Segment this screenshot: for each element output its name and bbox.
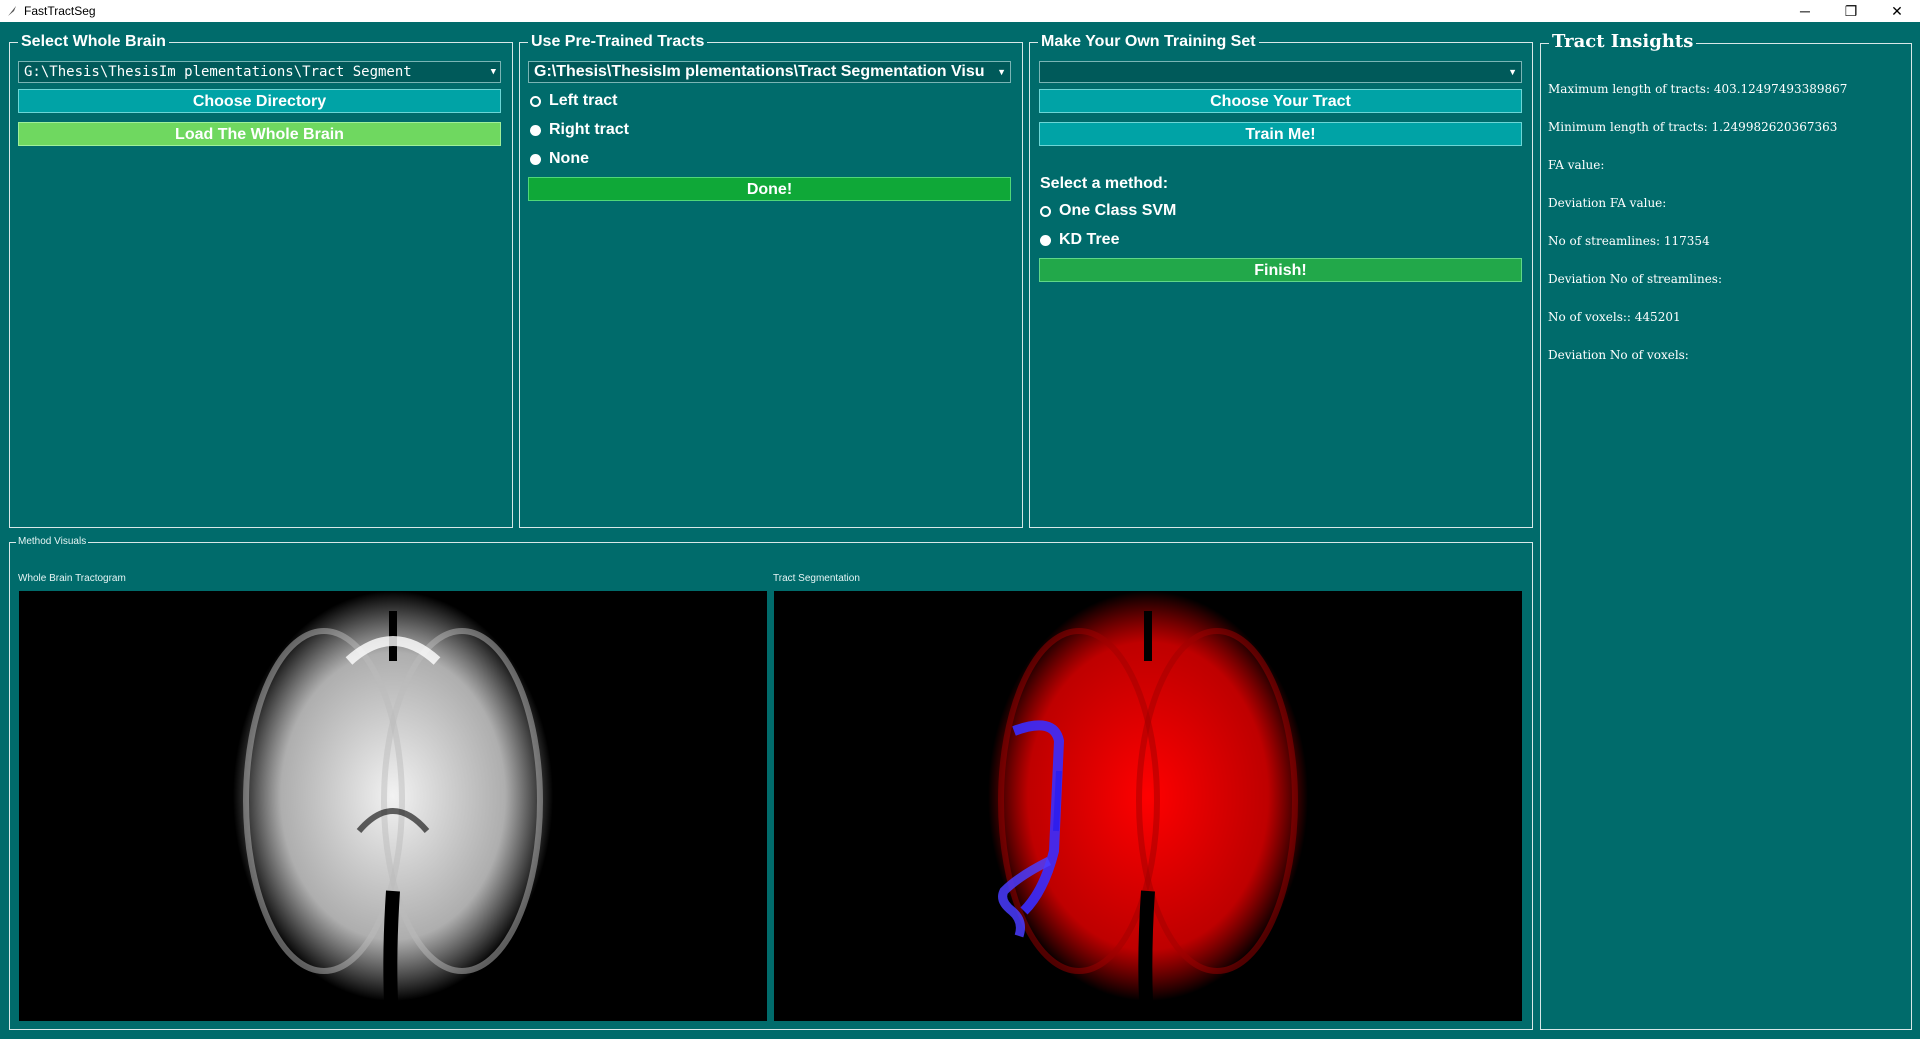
insight-fa-value: FA value:	[1548, 158, 1605, 172]
radio-dot-icon	[530, 124, 541, 136]
train-me-button[interactable]: Train Me!	[1039, 122, 1522, 146]
minimize-button[interactable]: ─	[1782, 0, 1828, 22]
right-tract-radio[interactable]: Right tract	[530, 121, 629, 139]
window-title: FastTractSeg	[24, 4, 96, 18]
select-whole-brain-title: Select Whole Brain	[18, 32, 169, 52]
radio-dot-icon	[1040, 234, 1051, 246]
pretrained-tracts-title: Use Pre-Trained Tracts	[528, 32, 708, 52]
app-feather-icon	[4, 3, 20, 19]
one-class-svm-label: One Class SVM	[1059, 202, 1177, 219]
title-bar: FastTractSeg ─ ❐ ✕	[0, 0, 1920, 22]
chevron-down-icon: ▼	[997, 67, 1006, 77]
tract-segmentation-label: Tract Segmentation	[773, 573, 860, 584]
none-radio[interactable]: None	[530, 150, 589, 168]
finish-button[interactable]: Finish!	[1039, 258, 1522, 282]
choose-your-tract-button[interactable]: Choose Your Tract	[1039, 89, 1522, 113]
whole-brain-path-combo[interactable]: G:\Thesis\ThesisIm plementations\Tract S…	[18, 61, 501, 83]
load-whole-brain-button[interactable]: Load The Whole Brain	[18, 122, 501, 146]
left-tract-label: Left tract	[549, 92, 618, 109]
whole-brain-path-value: G:\Thesis\ThesisIm plementations\Tract S…	[24, 64, 412, 80]
close-button[interactable]: ✕	[1874, 0, 1920, 22]
choose-directory-button[interactable]: Choose Directory	[18, 89, 501, 113]
tractogram-render	[233, 591, 553, 1002]
kd-tree-label: KD Tree	[1059, 231, 1120, 248]
insight-streamlines: No of streamlines: 117354	[1548, 234, 1710, 248]
left-tract-radio[interactable]: Left tract	[530, 92, 617, 110]
insight-deviation-streamlines: Deviation No of streamlines:	[1548, 272, 1722, 286]
insight-deviation-voxels: Deviation No of voxels:	[1548, 348, 1689, 362]
whole-brain-tractogram-label: Whole Brain Tractogram	[18, 573, 126, 584]
segmentation-render	[988, 591, 1308, 1002]
chevron-down-icon: ▼	[1508, 67, 1517, 77]
whole-brain-tractogram-view[interactable]	[19, 591, 767, 1021]
insight-min-length: Minimum length of tracts: 1.249982620367…	[1548, 120, 1838, 134]
none-label: None	[549, 150, 589, 167]
insight-voxels: No of voxels:: 445201	[1548, 310, 1681, 324]
insight-max-length: Maximum length of tracts: 403.1249749338…	[1548, 82, 1848, 96]
pretrained-tracts-panel: Use Pre-Trained Tracts	[519, 32, 1023, 528]
training-set-title: Make Your Own Training Set	[1038, 32, 1259, 52]
select-whole-brain-panel: Select Whole Brain	[9, 32, 513, 528]
tract-segmentation-view[interactable]	[774, 591, 1522, 1021]
tract-insights-panel: Tract Insights	[1540, 32, 1912, 1030]
pretrained-path-value: G:\Thesis\ThesisIm plementations\Tract S…	[534, 63, 985, 80]
insight-deviation-fa: Deviation FA value:	[1548, 196, 1667, 210]
training-set-panel: Make Your Own Training Set	[1029, 32, 1533, 528]
radio-unselected-icon	[1040, 205, 1051, 217]
tract-insights-title: Tract Insights	[1549, 32, 1697, 52]
one-class-svm-radio[interactable]: One Class SVM	[1040, 202, 1176, 220]
done-button[interactable]: Done!	[528, 177, 1011, 201]
chevron-down-icon: ▼	[490, 67, 496, 77]
method-visuals-title: Method Visuals	[16, 536, 89, 547]
pretrained-path-combo[interactable]: G:\Thesis\ThesisIm plementations\Tract S…	[528, 61, 1011, 83]
select-method-label: Select a method:	[1040, 175, 1169, 192]
radio-unselected-icon	[530, 95, 541, 107]
training-tract-combo[interactable]: ▼	[1039, 61, 1522, 83]
right-tract-label: Right tract	[549, 121, 629, 138]
restore-button[interactable]: ❐	[1828, 0, 1874, 22]
radio-dot-icon	[530, 153, 541, 165]
kd-tree-radio[interactable]: KD Tree	[1040, 231, 1119, 249]
